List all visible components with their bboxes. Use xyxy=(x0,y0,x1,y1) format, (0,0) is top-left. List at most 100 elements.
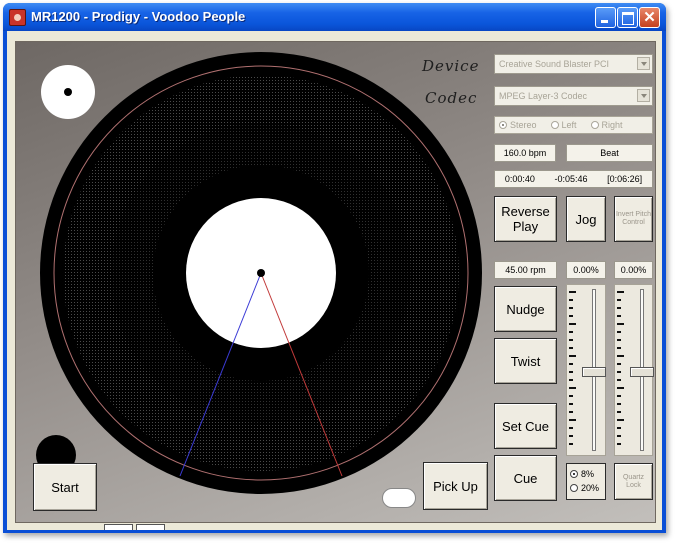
scale-tick xyxy=(617,307,621,309)
scale-tick xyxy=(569,299,573,301)
scale-tick xyxy=(569,355,576,357)
pitch-right-value: 0.00% xyxy=(614,261,653,279)
bpm-display: 160.0 bpm xyxy=(494,144,556,162)
radio-indicator xyxy=(570,484,578,492)
scale-tick xyxy=(617,411,621,413)
rpm-display: 45.00 rpm xyxy=(494,261,557,279)
pick-up-button[interactable]: Pick Up xyxy=(423,462,488,510)
device-select[interactable]: Creative Sound Blaster PCI xyxy=(494,54,653,74)
start-button[interactable]: Start xyxy=(33,463,97,511)
radio-indicator xyxy=(550,121,559,129)
scale-tick xyxy=(617,443,621,445)
scale-tick xyxy=(569,363,573,365)
scale-tick xyxy=(569,435,573,437)
scale-tick xyxy=(569,331,573,333)
minimize-button[interactable] xyxy=(595,7,616,28)
scale-tick xyxy=(617,291,624,293)
time-remaining: -0:05:46 xyxy=(554,174,588,184)
scale-tick xyxy=(569,411,573,413)
channel-radio-group: Stereo Left Right xyxy=(494,116,653,134)
beat-button[interactable]: Beat xyxy=(566,144,653,162)
codec-select[interactable]: MPEG Layer-3 Codec xyxy=(494,86,653,106)
scale-tick xyxy=(617,355,624,357)
nudge-button[interactable]: Nudge xyxy=(494,286,557,332)
scale-tick xyxy=(569,339,573,341)
chevron-down-icon[interactable] xyxy=(637,89,650,102)
radio-range-20[interactable]: 20% xyxy=(570,481,605,495)
scale-tick xyxy=(569,315,573,317)
time-display: 0:00:40 -0:05:46 [0:06:26] xyxy=(494,170,653,188)
pitch-range-radio-group: 8% 20% xyxy=(566,463,606,500)
scale-tick xyxy=(569,371,573,373)
scale-tick xyxy=(569,419,576,421)
device-label: Device xyxy=(422,57,480,75)
radio-indicator xyxy=(570,470,578,478)
cue-button[interactable]: Cue xyxy=(494,455,557,501)
scale-tick xyxy=(617,379,621,381)
scale-tick xyxy=(617,347,621,349)
scale-tick xyxy=(617,331,621,333)
codec-select-value: MPEG Layer-3 Codec xyxy=(499,91,588,101)
scale-tick xyxy=(569,403,573,405)
scale-tick xyxy=(617,395,621,397)
scale-tick xyxy=(617,315,621,317)
twist-button[interactable]: Twist xyxy=(494,338,557,384)
scale-tick xyxy=(569,443,573,445)
radio-indicator xyxy=(499,121,507,129)
scale-tick xyxy=(569,291,576,293)
scale-tick xyxy=(617,363,621,365)
close-icon: ✕ xyxy=(643,9,656,26)
scale-tick xyxy=(617,299,621,301)
title-bar[interactable]: MR1200 - Prodigy - Voodoo People ✕ xyxy=(3,3,666,31)
radio-indicator xyxy=(590,121,599,129)
scale-tick xyxy=(617,435,621,437)
set-cue-button[interactable]: Set Cue xyxy=(494,403,557,449)
scale-tick xyxy=(569,379,573,381)
pitch-scale-right xyxy=(617,291,626,447)
spindle xyxy=(257,269,265,277)
pitch-slider-right[interactable] xyxy=(614,284,654,456)
scale-tick xyxy=(569,323,576,325)
time-elapsed: 0:00:40 xyxy=(504,174,535,184)
radio-left[interactable]: Left xyxy=(550,120,577,130)
radio-right[interactable]: Right xyxy=(590,120,623,130)
speed-slot-33[interactable] xyxy=(104,524,133,530)
maximize-button[interactable] xyxy=(617,7,638,28)
pitch-thumb-right[interactable] xyxy=(630,367,654,377)
record-graphic xyxy=(53,65,469,481)
close-button[interactable]: ✕ xyxy=(639,7,660,28)
turntable-deck: Start Pick Up Device Codec Creative Soun… xyxy=(15,41,656,530)
scale-tick xyxy=(617,427,621,429)
vinyl-platter[interactable] xyxy=(40,52,482,494)
app-icon[interactable] xyxy=(9,9,26,26)
scale-tick xyxy=(617,387,624,389)
invert-pitch-control-button[interactable]: Invert Pitch Control xyxy=(614,196,653,242)
radio-stereo[interactable]: Stereo xyxy=(499,120,537,130)
scale-tick xyxy=(569,395,573,397)
light-oval xyxy=(382,488,416,508)
pitch-scale-left xyxy=(569,291,578,447)
pitch-slider-left[interactable] xyxy=(566,284,606,456)
scale-tick xyxy=(569,387,576,389)
pitch-left-value: 0.00% xyxy=(566,261,606,279)
speed-slot-45[interactable] xyxy=(136,524,165,530)
client-area: Start Pick Up Device Codec Creative Soun… xyxy=(7,31,662,530)
app-window: MR1200 - Prodigy - Voodoo People ✕ Start… xyxy=(3,3,666,533)
scale-tick xyxy=(617,403,621,405)
jog-button[interactable]: Jog xyxy=(566,196,606,242)
chevron-down-icon[interactable] xyxy=(637,57,650,70)
device-select-value: Creative Sound Blaster PCI xyxy=(499,59,610,69)
scale-tick xyxy=(617,323,624,325)
scale-tick xyxy=(569,427,573,429)
radio-range-8[interactable]: 8% xyxy=(570,467,605,481)
codec-label: Codec xyxy=(425,89,478,107)
quartz-lock-button[interactable]: Quartz Lock xyxy=(614,463,653,500)
window-title: MR1200 - Prodigy - Voodoo People xyxy=(31,9,246,24)
scale-tick xyxy=(569,307,573,309)
time-total: [0:06:26] xyxy=(607,174,643,184)
reverse-play-button[interactable]: Reverse Play xyxy=(494,196,557,242)
scale-tick xyxy=(569,347,573,349)
scale-tick xyxy=(617,371,621,373)
pitch-thumb-left[interactable] xyxy=(582,367,606,377)
scale-tick xyxy=(617,419,624,421)
